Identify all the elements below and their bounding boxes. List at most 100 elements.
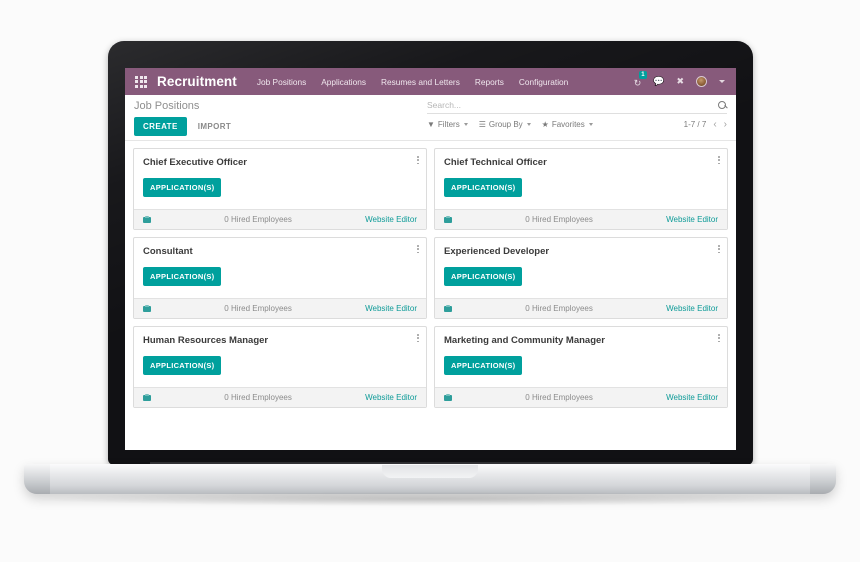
kebab-menu-icon[interactable]	[718, 156, 720, 165]
apps-grid-icon[interactable]	[135, 75, 147, 88]
screenshot-stage: Recruitment Job Positions Applications R…	[0, 0, 860, 562]
laptop-base-notch	[382, 465, 478, 478]
laptop-screen: Recruitment Job Positions Applications R…	[125, 68, 736, 450]
applications-button[interactable]: APPLICATION(S)	[444, 178, 523, 197]
company-building-icon	[444, 393, 452, 402]
kebab-menu-icon[interactable]	[718, 245, 720, 254]
kanban-card[interactable]: Marketing and Community Manager APPLICAT…	[434, 326, 728, 408]
website-editor-link[interactable]: Website Editor	[666, 393, 718, 402]
hired-employees-count: 0 Hired Employees	[224, 215, 292, 224]
control-panel: Job Positions CREATE IMPORT Search... ▼ …	[125, 95, 736, 141]
chevron-down-icon	[588, 123, 593, 126]
company-building-icon	[143, 304, 151, 313]
job-position-title: Chief Executive Officer	[143, 157, 248, 168]
activity-badge: 1	[638, 70, 648, 79]
card-footer: 0 Hired Employees Website Editor	[134, 387, 426, 407]
website-editor-link[interactable]: Website Editor	[365, 393, 417, 402]
group-by-label: Group By	[488, 120, 523, 129]
hired-employees-count: 0 Hired Employees	[525, 393, 593, 402]
pager: 1-7 / 7 ‹ ›	[684, 119, 727, 130]
kanban-grid: Chief Executive Officer APPLICATION(S) 0…	[133, 148, 728, 408]
hired-employees-count: 0 Hired Employees	[224, 393, 292, 402]
card-footer: 0 Hired Employees Website Editor	[435, 387, 727, 407]
nav-item-applications[interactable]: Applications	[321, 77, 366, 87]
search-icon[interactable]	[718, 100, 727, 110]
applications-button[interactable]: APPLICATION(S)	[143, 178, 222, 197]
wrench-icon[interactable]: ✖	[676, 77, 684, 86]
applications-button[interactable]: APPLICATION(S)	[143, 267, 222, 286]
navbar-right-tools: ↻ 1 💬 ✖	[633, 70, 728, 91]
card-body: Human Resources Manager APPLICATION(S)	[134, 327, 426, 387]
control-panel-left: Job Positions CREATE IMPORT	[134, 100, 231, 136]
navbar-menu: Job Positions Applications Resumes and L…	[257, 77, 568, 87]
card-footer: 0 Hired Employees Website Editor	[134, 298, 426, 318]
chevron-down-icon	[463, 123, 468, 126]
nav-item-resumes-and-letters[interactable]: Resumes and Letters	[381, 77, 460, 87]
website-editor-link[interactable]: Website Editor	[365, 215, 417, 224]
card-body: Chief Executive Officer APPLICATION(S)	[134, 149, 426, 209]
laptop-shadow	[40, 492, 820, 506]
kebab-menu-icon[interactable]	[718, 334, 720, 343]
card-body: Consultant APPLICATION(S)	[134, 238, 426, 298]
website-editor-link[interactable]: Website Editor	[666, 304, 718, 313]
kebab-menu-icon[interactable]	[417, 334, 419, 343]
kanban-card[interactable]: Experienced Developer APPLICATION(S) 0 H…	[434, 237, 728, 319]
kebab-menu-icon[interactable]	[417, 245, 419, 254]
card-footer: 0 Hired Employees Website Editor	[435, 298, 727, 318]
job-position-title: Experienced Developer	[444, 246, 550, 257]
filters-label: Filters	[437, 120, 460, 129]
favorites-dropdown[interactable]: ★ Favorites	[542, 120, 593, 129]
app-brand-title: Recruitment	[157, 74, 237, 89]
filters-dropdown[interactable]: ▼ Filters	[427, 120, 468, 129]
job-position-title: Marketing and Community Manager	[444, 335, 605, 346]
group-by-dropdown[interactable]: ☰ Group By	[479, 120, 531, 129]
clock-activity-icon: ↻	[633, 77, 642, 88]
star-icon: ★	[541, 120, 549, 129]
company-building-icon	[143, 393, 151, 402]
breadcrumb: Job Positions	[134, 100, 200, 112]
kanban-view: Chief Executive Officer APPLICATION(S) 0…	[125, 141, 736, 450]
search-bar[interactable]	[427, 100, 727, 114]
hired-employees-count: 0 Hired Employees	[525, 304, 593, 313]
kanban-card[interactable]: Chief Technical Officer APPLICATION(S) 0…	[434, 148, 728, 230]
job-position-title: Consultant	[143, 246, 193, 257]
applications-button[interactable]: APPLICATION(S)	[444, 267, 523, 286]
chevron-left-icon[interactable]: ‹	[713, 119, 716, 130]
filters-row: ▼ Filters ☰ Group By ★ Favorites 1-7 / 7…	[427, 119, 727, 130]
company-building-icon	[143, 215, 151, 224]
search-input[interactable]	[427, 100, 718, 110]
job-position-title: Chief Technical Officer	[444, 157, 547, 168]
create-button[interactable]: CREATE	[134, 117, 187, 136]
kanban-card[interactable]: Human Resources Manager APPLICATION(S) 0…	[133, 326, 427, 408]
user-avatar[interactable]	[696, 76, 707, 87]
company-building-icon	[444, 304, 452, 313]
kanban-card[interactable]: Consultant APPLICATION(S) 0 Hired Employ…	[133, 237, 427, 319]
chevron-down-icon	[526, 123, 531, 126]
chat-bubble-icon[interactable]: 💬	[653, 77, 664, 86]
kebab-menu-icon[interactable]	[417, 156, 419, 165]
laptop-base-right-edge	[810, 464, 836, 494]
favorites-label: Favorites	[551, 120, 585, 129]
applications-button[interactable]: APPLICATION(S)	[444, 356, 523, 375]
funnel-icon: ▼	[427, 120, 435, 129]
card-body: Marketing and Community Manager APPLICAT…	[435, 327, 727, 387]
control-panel-right: ▼ Filters ☰ Group By ★ Fav	[427, 100, 727, 130]
website-editor-link[interactable]: Website Editor	[666, 215, 718, 224]
chevron-right-icon[interactable]: ›	[724, 119, 727, 130]
activity-menu[interactable]: ↻ 1	[633, 70, 648, 91]
nav-item-configuration[interactable]: Configuration	[519, 77, 568, 87]
pager-range: 1-7 / 7	[683, 120, 707, 129]
odoo-navbar: Recruitment Job Positions Applications R…	[125, 68, 736, 95]
chevron-down-icon[interactable]	[719, 80, 725, 83]
nav-item-job-positions[interactable]: Job Positions	[257, 77, 306, 87]
kanban-card[interactable]: Chief Executive Officer APPLICATION(S) 0…	[133, 148, 427, 230]
applications-button[interactable]: APPLICATION(S)	[143, 356, 222, 375]
hired-employees-count: 0 Hired Employees	[224, 304, 292, 313]
laptop-lid: Recruitment Job Positions Applications R…	[108, 41, 753, 465]
import-button[interactable]: IMPORT	[198, 122, 232, 131]
website-editor-link[interactable]: Website Editor	[365, 304, 417, 313]
card-body: Chief Technical Officer APPLICATION(S)	[435, 149, 727, 209]
nav-item-reports[interactable]: Reports	[475, 77, 504, 87]
card-footer: 0 Hired Employees Website Editor	[435, 209, 727, 229]
card-footer: 0 Hired Employees Website Editor	[134, 209, 426, 229]
